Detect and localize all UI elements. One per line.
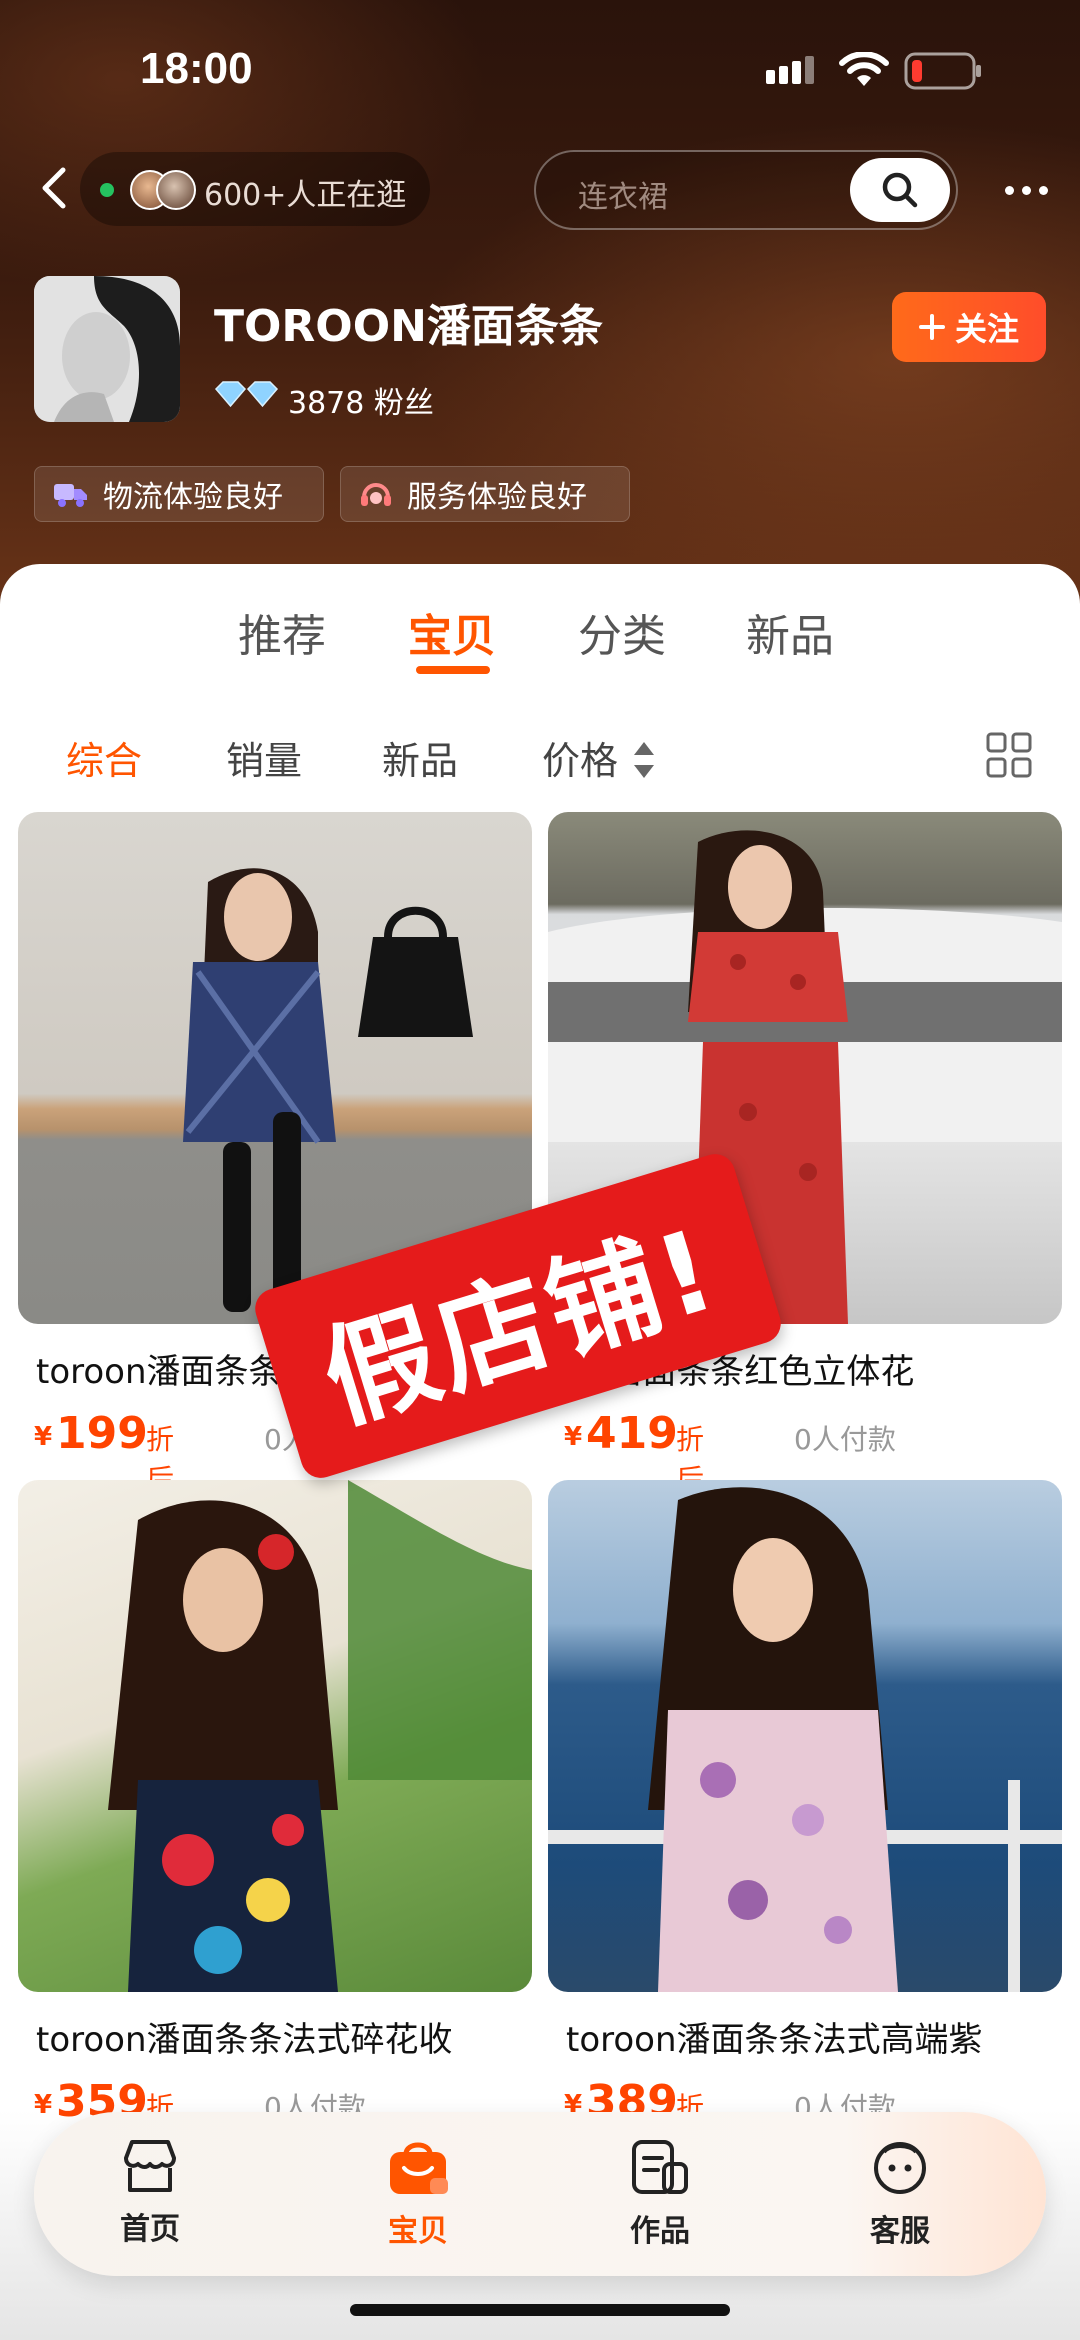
bottom-nav: 首页 宝贝 作品 客服: [34, 2112, 1046, 2276]
works-icon: [632, 2140, 688, 2194]
search-icon: [882, 172, 918, 208]
visitor-avatar: [156, 170, 196, 210]
sort-new[interactable]: 新品: [382, 730, 458, 785]
online-dot: [100, 183, 114, 197]
battery-icon: [904, 52, 981, 90]
avatar-portrait: [34, 276, 180, 422]
nav-home-label: 首页: [120, 2212, 180, 2247]
nav-home[interactable]: 首页: [80, 2138, 220, 2258]
wifi-icon: [839, 52, 889, 86]
currency-symbol: ¥: [34, 1422, 53, 1452]
more-button[interactable]: [996, 168, 1056, 212]
home-indicator: [350, 2304, 730, 2316]
sort-price[interactable]: 价格: [542, 730, 618, 785]
more-icon: [1038, 185, 1048, 195]
more-icon: [1004, 185, 1014, 195]
search-placeholder: 连衣裙: [578, 180, 668, 215]
truck-icon: [54, 484, 87, 507]
active-tab-indicator: [416, 666, 490, 674]
product-title[interactable]: toroon潘面条条法式高端紫: [566, 2012, 1066, 2061]
back-icon: [42, 167, 66, 209]
shop-tabs: 推荐 宝贝 分类 新品: [0, 600, 1080, 690]
product-photo: [108, 1480, 532, 1992]
service-icon: [874, 2142, 926, 2194]
sort-overall[interactable]: 综合: [66, 730, 142, 785]
plus-icon: [918, 314, 945, 340]
nav-works-label: 作品: [630, 2214, 690, 2249]
shop-icon: [124, 2140, 176, 2192]
tab-new[interactable]: 新品: [746, 600, 834, 664]
follow-button[interactable]: 关注: [892, 292, 1046, 362]
visitors-count-text: 600+人正在逛: [204, 178, 407, 213]
grid-icon[interactable]: [986, 732, 1032, 778]
headset-icon: [361, 483, 391, 506]
product-price: 419: [586, 1408, 678, 1459]
logistics-tag: 物流体验良好: [34, 466, 324, 522]
nav-products-label: 宝贝: [388, 2214, 448, 2249]
product-photo: [548, 1487, 1062, 1992]
live-visitors-pill[interactable]: 600+人正在逛: [80, 152, 430, 226]
product-title[interactable]: toroon潘面条条法式碎花收: [36, 2012, 536, 2061]
status-time: 18:00: [140, 44, 253, 93]
shop-name: TOROON潘面条条: [214, 301, 603, 352]
product-image[interactable]: [548, 1480, 1062, 1992]
shop-search-input[interactable]: 连衣裙: [534, 150, 958, 230]
sort-sales[interactable]: 销量: [226, 730, 302, 785]
fans-count: 3878 粉丝: [288, 386, 434, 421]
bag-icon: [390, 2142, 448, 2194]
tab-products[interactable]: 宝贝: [408, 600, 496, 664]
nav-products[interactable]: 宝贝: [348, 2138, 488, 2258]
nav-works[interactable]: 作品: [590, 2138, 730, 2258]
nav-service[interactable]: 客服: [830, 2138, 970, 2258]
product-image[interactable]: [18, 1480, 532, 1992]
back-button[interactable]: [24, 158, 84, 218]
follow-label: 关注: [954, 310, 1019, 348]
logistics-tag-label: 物流体验良好: [103, 480, 283, 515]
shop-header: 18:00 600+人正在逛 连衣裙 TOROON潘面条条 3878 粉丝 关注…: [0, 0, 1080, 620]
service-tag: 服务体验良好: [340, 466, 630, 522]
shop-avatar[interactable]: [34, 276, 180, 422]
sort-bar: 综合 销量 新品 价格: [0, 730, 1080, 800]
product-price: 199: [56, 1408, 148, 1459]
signal-icon: [766, 56, 814, 84]
tab-recommend[interactable]: 推荐: [238, 600, 326, 664]
search-button[interactable]: [850, 158, 950, 222]
status-bar: 18:00: [0, 0, 1080, 140]
currency-symbol: ¥: [564, 1422, 583, 1452]
service-tag-label: 服务体验良好: [407, 480, 587, 515]
diamond-icon: [214, 381, 279, 408]
sort-arrows-icon: [634, 742, 654, 778]
nav-service-label: 客服: [870, 2214, 930, 2249]
more-icon: [1021, 185, 1031, 195]
tab-categories[interactable]: 分类: [578, 600, 666, 664]
paid-count: 0人付款: [794, 1423, 896, 1456]
